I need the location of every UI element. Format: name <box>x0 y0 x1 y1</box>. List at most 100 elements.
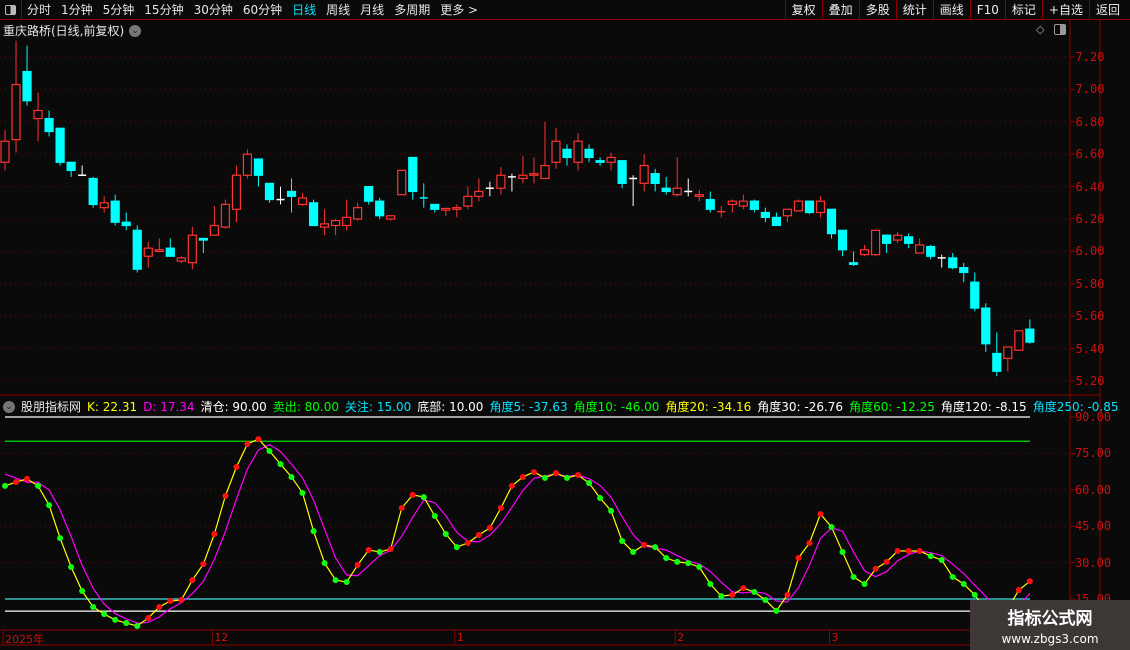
candle-body <box>474 190 484 197</box>
k-fall-dot <box>630 548 637 555</box>
candle-body <box>727 200 737 206</box>
k-fall-dot <box>597 495 604 502</box>
k-rise-dot <box>365 546 372 553</box>
candle-body <box>1003 346 1013 359</box>
osc-tick-label: 75.00 <box>1074 446 1112 461</box>
k-fall-dot <box>839 548 846 555</box>
candle <box>992 332 1002 377</box>
candle <box>793 199 804 212</box>
candle <box>485 181 494 197</box>
candle-body <box>529 173 539 176</box>
candle-body <box>463 195 473 207</box>
k-fall-dot <box>762 596 769 603</box>
k-fall-dot <box>696 563 703 570</box>
k-fall-dot <box>541 474 548 481</box>
candle <box>0 129 10 171</box>
candle-body <box>782 208 793 217</box>
k-rise-dot <box>145 614 152 621</box>
k-rise-dot <box>795 555 802 562</box>
candle-body <box>187 234 197 264</box>
candle <box>66 161 76 177</box>
watermark-url: www.zbgs3.com <box>1001 632 1099 646</box>
candle-body <box>595 160 605 163</box>
candle <box>22 45 32 106</box>
k-rise-dot <box>817 511 824 518</box>
candle-body <box>253 158 264 176</box>
candle <box>474 178 484 202</box>
candle <box>55 127 65 166</box>
k-line <box>4 438 1031 627</box>
price-tick-label: 6.80 <box>1075 114 1105 129</box>
candle <box>826 208 837 239</box>
k-rise-dot <box>387 546 394 553</box>
k-rise-dot <box>189 577 196 584</box>
candle <box>99 196 109 213</box>
candle-body <box>408 156 418 193</box>
candle <box>959 262 969 283</box>
k-fall-dot <box>971 591 978 598</box>
chart-canvas[interactable] <box>0 0 1130 650</box>
candle <box>893 231 903 244</box>
candle <box>176 256 186 263</box>
candle-body <box>176 257 186 262</box>
indicator-value-11: 角度120: -8.15 <box>940 400 1027 414</box>
candle <box>540 121 550 180</box>
k-fall-dot <box>773 607 780 614</box>
osc-tick-label: 60.00 <box>1074 482 1112 497</box>
candle-body <box>11 83 21 141</box>
k-rise-dot <box>244 440 251 447</box>
indicator-header: ⌄ 股朋指标网 K: 22.31 D: 17.34 清仓: 90.00 卖出: 80.… <box>3 398 1119 415</box>
candle <box>782 208 793 223</box>
k-fall-dot <box>101 611 108 618</box>
candle <box>430 203 440 213</box>
candle-body <box>573 140 583 163</box>
k-fall-dot <box>431 513 438 520</box>
candle-body <box>837 229 848 251</box>
price-tick-label: 7.00 <box>1075 82 1105 97</box>
candle-body <box>904 236 914 244</box>
k-fall-dot <box>828 523 835 530</box>
k-rise-dot <box>178 596 185 603</box>
k-fall-dot <box>420 494 427 501</box>
candle-body <box>540 164 550 180</box>
candle-body <box>132 229 142 270</box>
candle <box>595 157 605 166</box>
candle <box>727 199 737 213</box>
candle <box>904 233 914 249</box>
k-rise-dot <box>894 547 901 554</box>
indicator-value-9: 角度30: -26.76 <box>757 400 844 414</box>
osc-tick-label: 45.00 <box>1074 519 1112 534</box>
candle <box>353 202 363 221</box>
candle <box>441 207 451 216</box>
candle <box>760 207 770 223</box>
candle <box>694 189 704 202</box>
candle-body <box>562 148 572 159</box>
k-fall-dot <box>663 555 670 562</box>
k-fall-dot <box>608 507 615 514</box>
candle-body <box>121 221 131 227</box>
candle <box>308 199 319 227</box>
candle <box>209 206 219 236</box>
indicator-name: 股朋指标网 <box>21 400 82 414</box>
k-fall-dot <box>960 580 967 587</box>
candle-body <box>297 197 308 206</box>
candle <box>981 303 991 352</box>
candle <box>231 165 242 223</box>
candle-body <box>342 216 352 227</box>
candle-body <box>231 174 242 210</box>
candle <box>253 158 264 187</box>
candle-body <box>992 352 1002 372</box>
k-rise-dot <box>24 475 31 482</box>
k-rise-dot <box>519 473 526 480</box>
candle-body <box>353 207 363 220</box>
candle-body <box>760 211 770 218</box>
candle <box>926 244 936 260</box>
candle-body <box>926 245 936 257</box>
indicator-value-4: 关注: 15.00 <box>345 400 412 414</box>
indicator-menu-icon[interactable]: ⌄ <box>3 400 15 413</box>
candle-body <box>859 249 870 256</box>
candle <box>364 186 374 205</box>
indicator-value-10: 角度60: -12.25 <box>849 400 935 414</box>
candle <box>496 167 506 195</box>
candle <box>143 241 153 268</box>
